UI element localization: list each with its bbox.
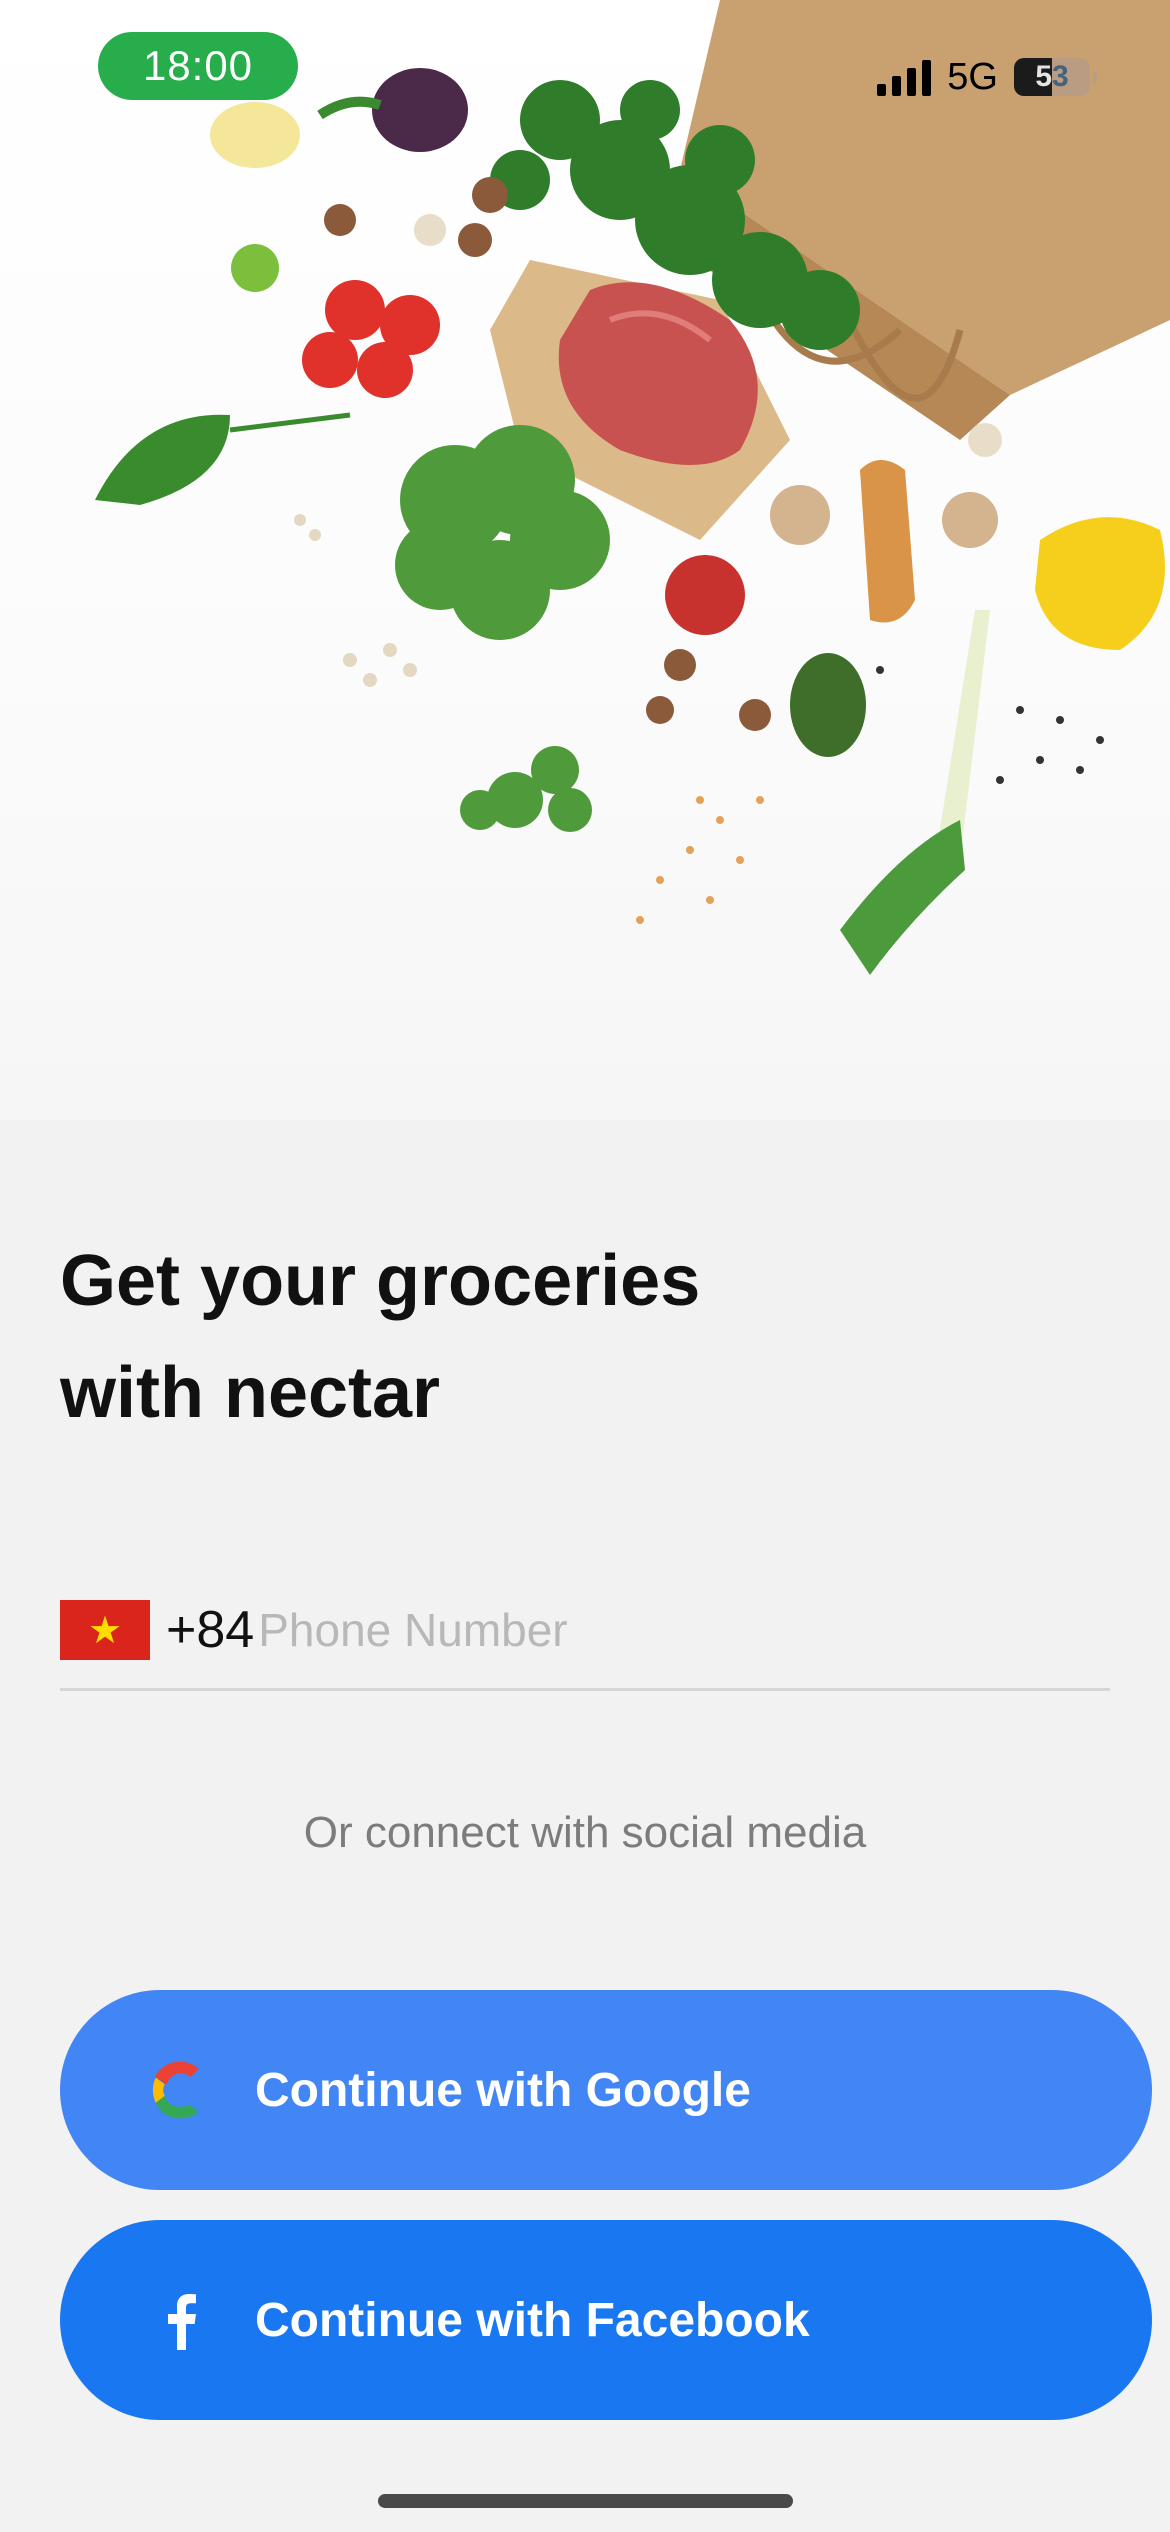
- continue-with-facebook-button[interactable]: Continue with Facebook: [60, 2220, 1152, 2420]
- flag-star: ★: [87, 1609, 123, 1652]
- input-underline: [60, 1688, 1110, 1691]
- home-indicator[interactable]: [378, 2494, 793, 2508]
- country-code[interactable]: +84: [166, 1600, 254, 1660]
- leek: [935, 610, 990, 860]
- avocado: [790, 653, 866, 757]
- parsley: [460, 746, 592, 832]
- battery-icon: 53: [1014, 58, 1097, 96]
- status-indicators: 5G 53: [877, 52, 1097, 102]
- facebook-icon: [145, 2285, 215, 2355]
- tomatoes: [302, 280, 440, 398]
- apple: [665, 555, 745, 635]
- phone-input[interactable]: [258, 1603, 959, 1657]
- spinach: [95, 414, 230, 505]
- phone-number-field[interactable]: ★ +84: [60, 1575, 1110, 1685]
- google-icon: [145, 2055, 215, 2125]
- status-time: 18:00: [98, 32, 298, 100]
- eggplant: [372, 68, 468, 152]
- signal-icon: [877, 58, 932, 96]
- title-line-2: with nectar: [60, 1353, 441, 1433]
- battery-level: 53: [1035, 60, 1069, 93]
- hero-groceries-image: [0, 0, 1170, 1120]
- groceries-illustration: [95, 0, 1170, 975]
- page-title: Get your groceries with nectar: [60, 1225, 960, 1449]
- pepper: [1035, 517, 1165, 650]
- lemon: [210, 102, 300, 168]
- title-line-1: Get your groceries: [60, 1241, 701, 1321]
- bread: [860, 460, 915, 623]
- facebook-button-label: Continue with Facebook: [255, 2293, 810, 2347]
- network-type: 5G: [947, 55, 998, 98]
- continue-with-google-button[interactable]: Continue with Google: [60, 1990, 1152, 2190]
- google-button-label: Continue with Google: [255, 2063, 751, 2117]
- vietnam-flag-icon[interactable]: ★: [60, 1600, 150, 1660]
- social-media-hint: Or connect with social media: [303, 1808, 867, 1857]
